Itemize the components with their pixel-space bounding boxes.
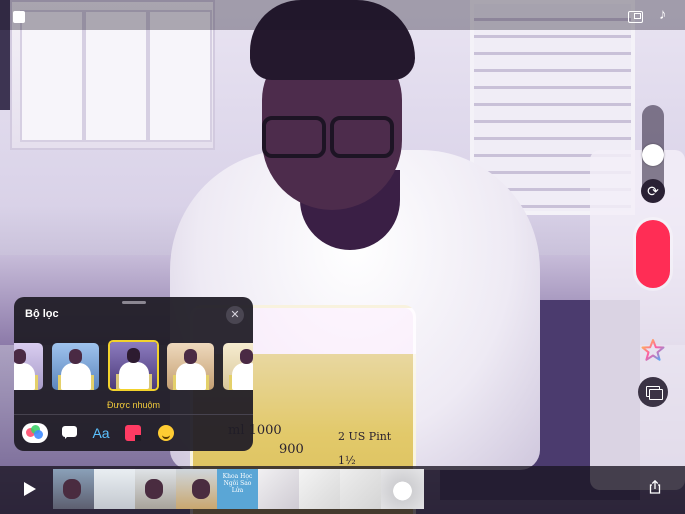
timeline-clip[interactable] — [299, 469, 340, 509]
timeline-clip[interactable] — [94, 469, 135, 509]
filter-thumbnail-selected[interactable] — [108, 340, 159, 391]
subject-glasses — [262, 112, 394, 158]
emoji-icon[interactable] — [155, 422, 177, 444]
play-icon[interactable] — [24, 482, 36, 496]
aspect-ratio-icon[interactable] — [628, 11, 643, 23]
filter-strip[interactable] — [14, 340, 253, 393]
timeline-title-card[interactable]: Khoa Học Ngôi Sao Lửa — [217, 469, 258, 509]
stop-square-icon[interactable] — [13, 11, 25, 23]
background-glass — [590, 150, 685, 490]
speech-bubble-icon[interactable] — [59, 422, 81, 444]
effects-toolbar: Aa — [14, 419, 253, 447]
star-effects-icon[interactable] — [640, 338, 666, 362]
filter-thumbnail[interactable] — [167, 343, 214, 390]
timeline-clip[interactable] — [176, 469, 217, 509]
music-note-icon[interactable]: ♪ — [659, 6, 667, 23]
timeline-clip[interactable] — [135, 469, 176, 509]
panel-title: Bộ lọc — [25, 308, 59, 320]
camera-flip-icon[interactable]: ⟳ — [641, 179, 665, 203]
record-button[interactable] — [636, 220, 670, 288]
beaker-label-pint: 2 US Pint — [338, 430, 392, 443]
filters-panel: Bộ lọc ✕ Được nhuộm Aa — [14, 297, 253, 451]
timeline-clip[interactable] — [258, 469, 299, 509]
timeline-clip[interactable] — [381, 469, 424, 509]
text-style-icon[interactable]: Aa — [90, 422, 112, 444]
panel-divider — [14, 414, 253, 415]
filter-thumbnail[interactable] — [52, 343, 99, 390]
timeline-clip[interactable] — [340, 469, 381, 509]
beaker-label-900: 900 — [279, 442, 304, 457]
photo-library-icon[interactable] — [638, 377, 668, 407]
zoom-slider-knob[interactable] — [642, 144, 664, 166]
sticker-icon[interactable] — [122, 422, 144, 444]
title-card-text: Khoa Học Ngôi Sao Lửa — [222, 473, 253, 494]
share-icon[interactable] — [648, 480, 662, 494]
filters-icon[interactable] — [22, 423, 48, 443]
selected-filter-label: Được nhuộm — [107, 400, 160, 410]
filter-thumbnail[interactable] — [223, 343, 253, 390]
timeline-clip[interactable] — [53, 469, 94, 509]
close-icon[interactable]: ✕ — [226, 306, 244, 324]
filter-thumbnail[interactable] — [14, 343, 43, 390]
top-bar: ♪ — [0, 0, 685, 30]
panel-grabber[interactable] — [122, 301, 146, 304]
